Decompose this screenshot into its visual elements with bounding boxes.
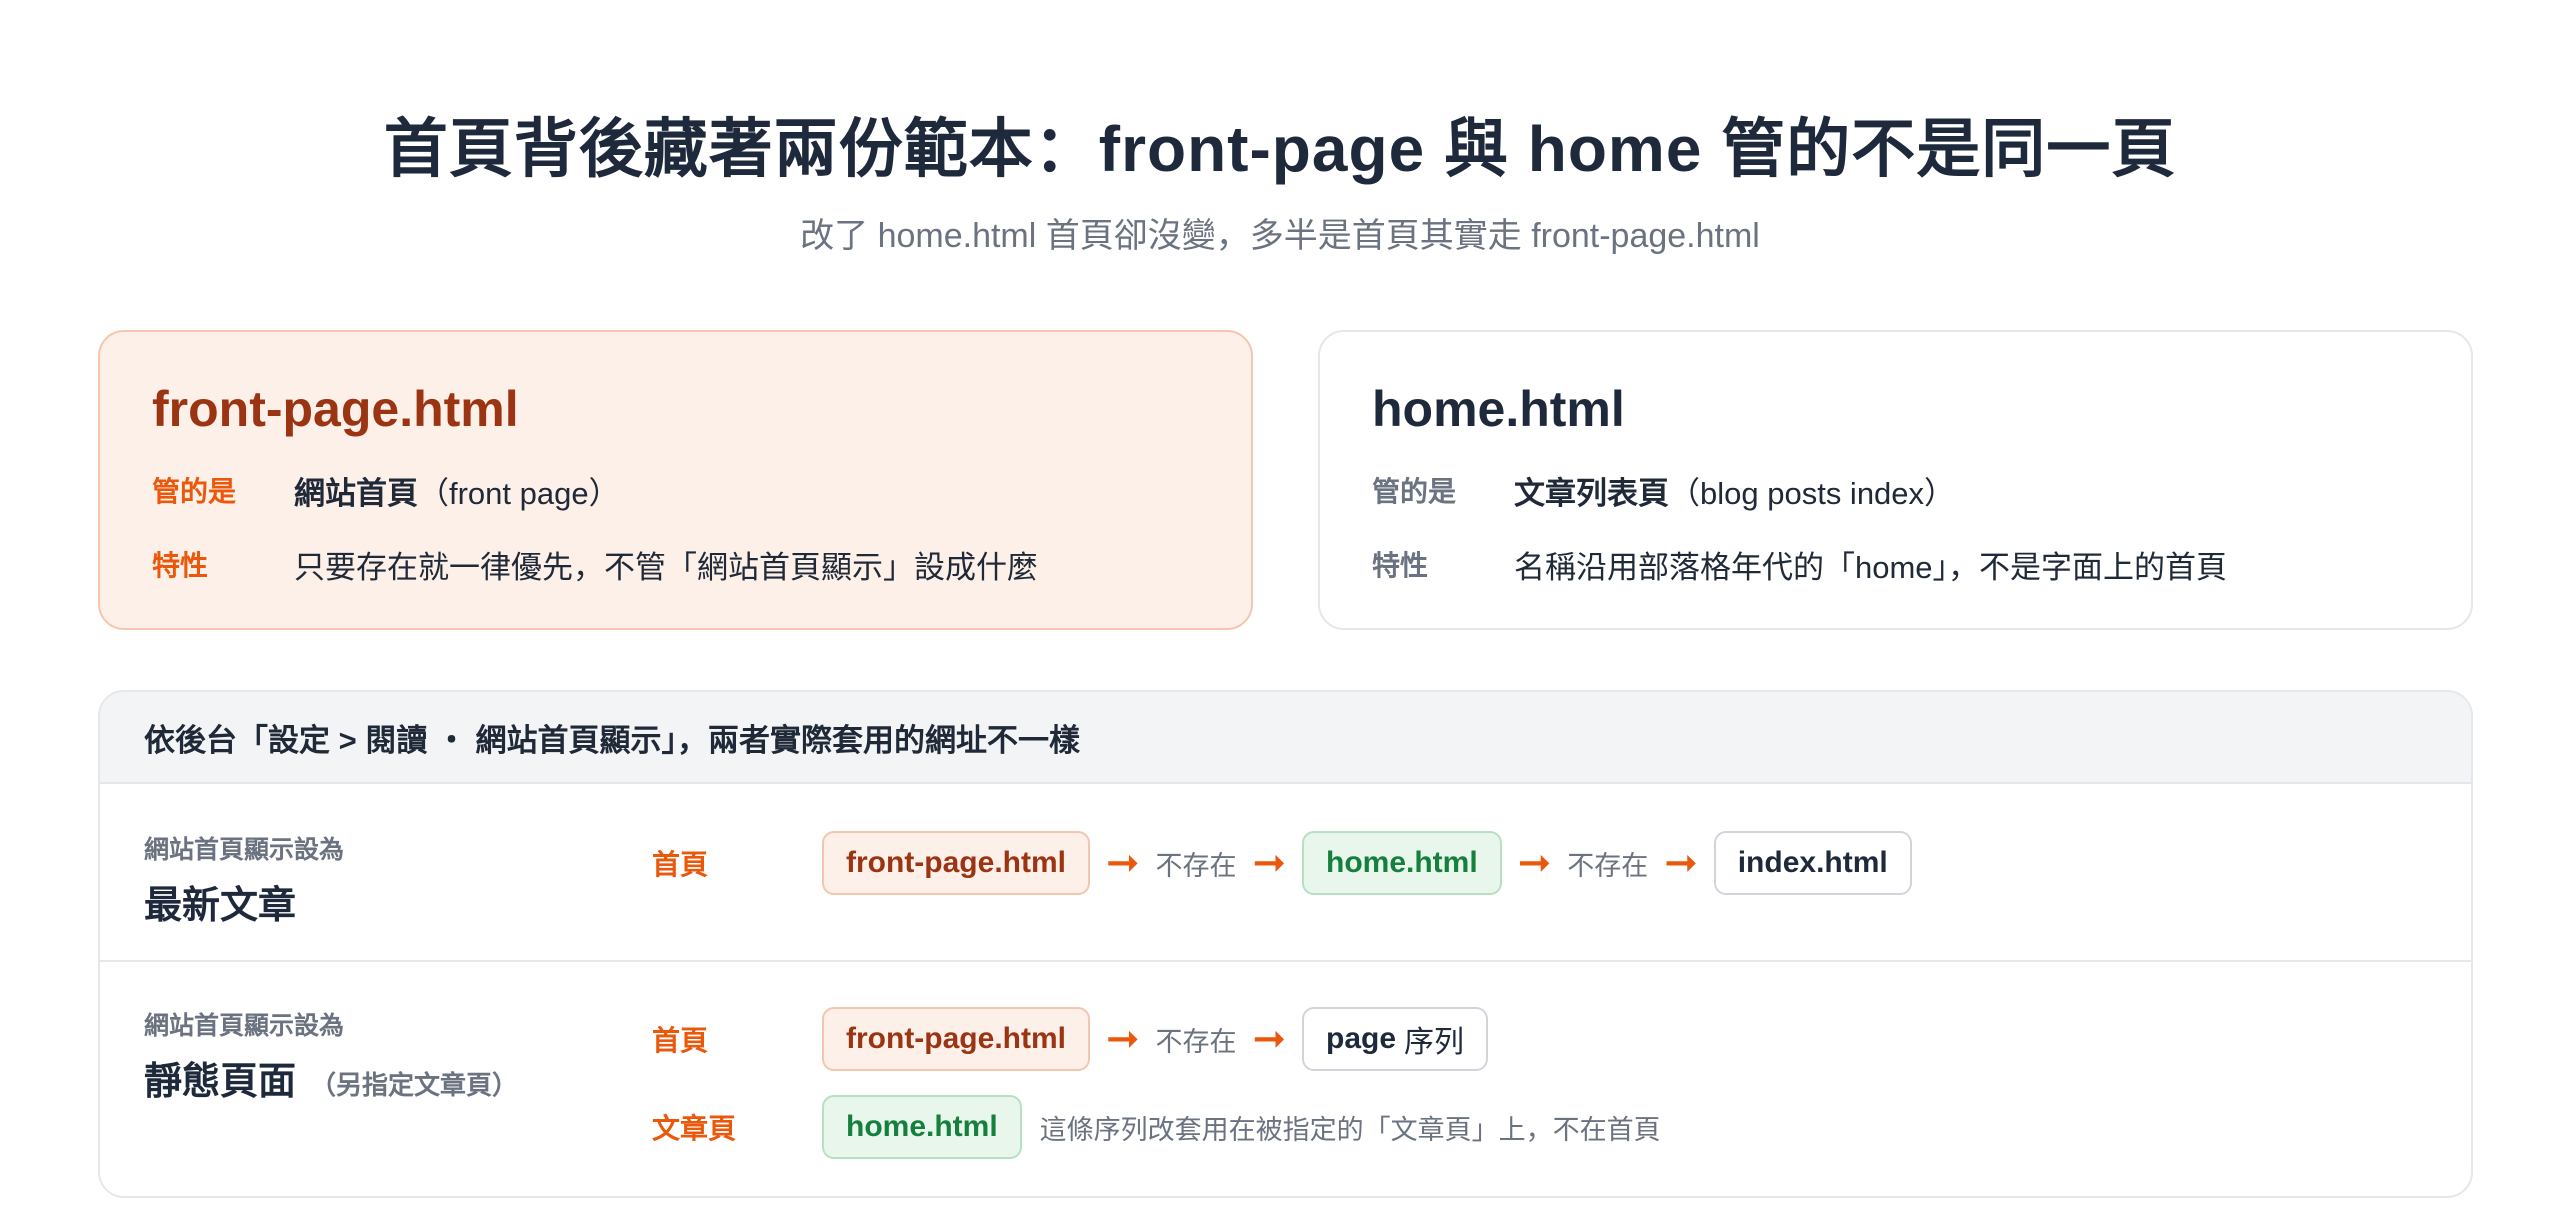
home-card-title: home.html bbox=[1372, 381, 1625, 437]
setting-note: （另指定文章頁） bbox=[310, 1070, 519, 1100]
front-page-manages-bold: 網站首頁 bbox=[294, 475, 418, 511]
front-page-card: front-page.html 管的是 網站首頁（front page） 特性 … bbox=[98, 330, 1253, 630]
page-subtitle: 改了 home.html 首頁卻沒變，多半是首頁其實走 front-page.h… bbox=[800, 217, 1760, 255]
chain-type-label: 首頁 bbox=[652, 849, 709, 880]
home-trait-label: 特性 bbox=[1372, 550, 1429, 581]
panel-heading: 依後台「設定 > 閱讀 ・ 網站首頁顯示」，兩者實際套用的網址不一樣 bbox=[100, 692, 2471, 784]
fallback-missing-label: 不存在 bbox=[1155, 850, 1237, 881]
page-sequence-thin: 序列 bbox=[1404, 1026, 1465, 1059]
front-page-trait-row: 特性 只要存在就一律優先，不管「網站首頁顯示」設成什麼 bbox=[152, 534, 1199, 594]
fallback-missing-label: 不存在 bbox=[1567, 850, 1649, 881]
front-page-chain: 首頁 front-page.html ➞ 不存在 ➞ home.html ➞ 不… bbox=[652, 830, 1912, 896]
arrow-right-icon: ➞ bbox=[1517, 841, 1552, 885]
setting-value: 最新文章 bbox=[144, 885, 297, 927]
front-page-trait-value: 只要存在就一律優先，不管「網站首頁顯示」設成什麼 bbox=[294, 549, 1038, 585]
arrow-right-icon: ➞ bbox=[1105, 1017, 1140, 1061]
fallback-missing-label: 不存在 bbox=[1155, 1026, 1237, 1057]
front-page-chain: 首頁 front-page.html ➞ 不存在 ➞ page 序列 bbox=[652, 1006, 1489, 1072]
front-page-manages-extra: （front page） bbox=[418, 475, 620, 511]
template-pill-front-page: front-page.html bbox=[822, 831, 1090, 895]
arrow-right-icon: ➞ bbox=[1664, 841, 1698, 885]
template-pill-index: index.html bbox=[1713, 831, 1912, 895]
home-manages-bold: 文章列表頁 bbox=[1514, 475, 1669, 511]
front-page-card-title: front-page.html bbox=[152, 381, 519, 437]
arrow-right-icon: ➞ bbox=[1252, 1017, 1287, 1061]
home-manages-extra: （blog posts index） bbox=[1669, 475, 1956, 511]
posts-page-chain: 文章頁 home.html 這條序列改套用在被指定的「文章頁」上，不在首頁 bbox=[652, 1094, 1661, 1160]
chain-type-label: 文章頁 bbox=[652, 1113, 737, 1144]
arrow-right-icon: ➞ bbox=[1252, 841, 1287, 885]
front-page-trait-label: 特性 bbox=[152, 550, 209, 581]
template-pill-front-page: front-page.html bbox=[822, 1007, 1090, 1071]
home-trait-row: 特性 名稱沿用部落格年代的「home」，不是字面上的首頁 bbox=[1372, 534, 2419, 594]
front-page-manages-value: 網站首頁（front page） bbox=[294, 468, 620, 513]
template-pill-home: home.html bbox=[1302, 831, 1502, 895]
latest-posts-row: 網站首頁顯示設為 最新文章 首頁 front-page.html ➞ 不存在 ➞… bbox=[100, 784, 2471, 962]
page-sequence-bold: page bbox=[1326, 1022, 1397, 1055]
template-hierarchy-panel: 依後台「設定 > 閱讀 ・ 網站首頁顯示」，兩者實際套用的網址不一樣 網站首頁顯… bbox=[98, 690, 2473, 1198]
setting-value: 靜態頁面 （另指定文章頁） bbox=[144, 1050, 518, 1105]
static-page-row: 網站首頁顯示設為 靜態頁面 （另指定文章頁） 首頁 front-page.html… bbox=[100, 962, 2471, 1196]
home-manages-label: 管的是 bbox=[1372, 476, 1457, 507]
diagram-root: 首頁背後藏著兩份範本：front-page 與 home 管的不是同一頁 改了 … bbox=[0, 0, 2560, 1218]
page-title: 首頁背後藏著兩份範本：front-page 與 home 管的不是同一頁 bbox=[383, 113, 2177, 185]
template-pill-page-sequence: page 序列 bbox=[1302, 1007, 1489, 1071]
front-page-manages-label: 管的是 bbox=[152, 476, 237, 507]
front-page-manages-row: 管的是 網站首頁（front page） bbox=[152, 460, 1199, 520]
setting-label: 網站首頁顯示設為 bbox=[144, 836, 345, 864]
arrow-right-icon: ➞ bbox=[1105, 841, 1140, 885]
chain-type-label: 首頁 bbox=[652, 1025, 709, 1056]
home-manages-row: 管的是 文章列表頁（blog posts index） bbox=[1372, 460, 2419, 520]
home-manages-value: 文章列表頁（blog posts index） bbox=[1514, 468, 1955, 513]
home-card: home.html 管的是 文章列表頁（blog posts index） 特性… bbox=[1318, 330, 2473, 630]
setting-value-text: 靜態頁面 bbox=[144, 1061, 297, 1103]
template-pill-home: home.html bbox=[822, 1095, 1022, 1159]
home-trait-value: 名稱沿用部落格年代的「home」，不是字面上的首頁 bbox=[1514, 549, 2228, 585]
posts-page-note: 這條序列改套用在被指定的「文章頁」上，不在首頁 bbox=[1039, 1114, 1661, 1145]
setting-label: 網站首頁顯示設為 bbox=[144, 1012, 345, 1040]
